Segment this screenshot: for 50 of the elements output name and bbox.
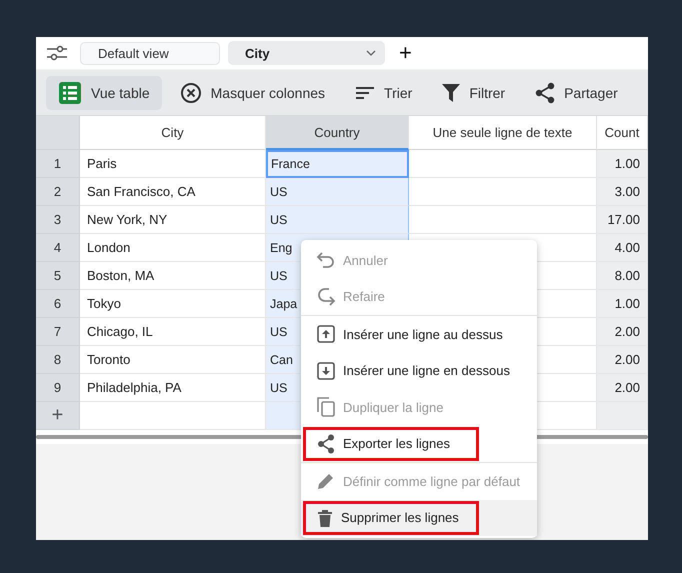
table-cell: France xyxy=(266,150,409,178)
row-number: 7 xyxy=(36,318,80,346)
row-number: 5 xyxy=(36,262,80,290)
trash-icon xyxy=(317,508,333,527)
row-number: 1 xyxy=(36,150,80,178)
table-cell: 17.00 xyxy=(597,206,648,234)
table-cell: 4.00 xyxy=(597,234,648,262)
row-number: 2 xyxy=(36,178,80,206)
close-circle-icon xyxy=(180,82,202,104)
toolbar-button[interactable]: Trier xyxy=(343,76,424,110)
table-cell: 2.00 xyxy=(597,374,648,402)
copy-icon xyxy=(317,397,335,418)
toolbar-button[interactable]: Masquer colonnes xyxy=(168,76,338,110)
table-cell: 8.00 xyxy=(597,262,648,290)
view-name-field[interactable]: Default view xyxy=(80,42,220,64)
sort-icon xyxy=(355,86,376,100)
table-cell xyxy=(597,402,648,430)
row-number: 8 xyxy=(36,346,80,374)
chevron-icon xyxy=(366,50,376,56)
toolbar-button[interactable]: Filtrer xyxy=(430,76,518,110)
pencil-icon xyxy=(317,472,335,490)
add-row-button[interactable]: + xyxy=(36,402,80,430)
arrow-up-box-icon xyxy=(317,325,335,344)
table-cell: 2.00 xyxy=(597,346,648,374)
row-number: 4 xyxy=(36,234,80,262)
row-number: 9 xyxy=(36,374,80,402)
toolbar-button[interactable]: Vue table xyxy=(46,76,162,110)
menu-item[interactable]: Supprimer les lignes xyxy=(301,500,537,536)
table-cell: US xyxy=(266,178,409,206)
arrow-down-box-icon xyxy=(317,362,335,380)
toolbar-button[interactable]: Partager xyxy=(523,76,630,110)
redo-icon xyxy=(317,288,335,306)
menu-item[interactable]: Exporter les lignes xyxy=(301,426,537,462)
share-icon xyxy=(317,434,335,454)
undo-icon xyxy=(317,252,335,268)
table-icon xyxy=(58,80,82,104)
column-header[interactable]: Country xyxy=(266,116,409,150)
share-icon xyxy=(535,82,556,104)
row-number: 3 xyxy=(36,206,80,234)
table-select[interactable]: City xyxy=(228,41,385,65)
table-cell: US xyxy=(266,206,409,234)
sliders-icon[interactable] xyxy=(46,44,68,62)
add-view-button[interactable]: + xyxy=(393,42,418,64)
table-cell: 1.00 xyxy=(597,290,648,318)
table-cell: 3.00 xyxy=(597,178,648,206)
column-header[interactable]: Une seule ligne de texte xyxy=(409,116,597,150)
filter-icon xyxy=(442,82,460,102)
table-cell: 1.00 xyxy=(597,150,648,178)
table-cell: 2.00 xyxy=(597,318,648,346)
row-number: 6 xyxy=(36,290,80,318)
